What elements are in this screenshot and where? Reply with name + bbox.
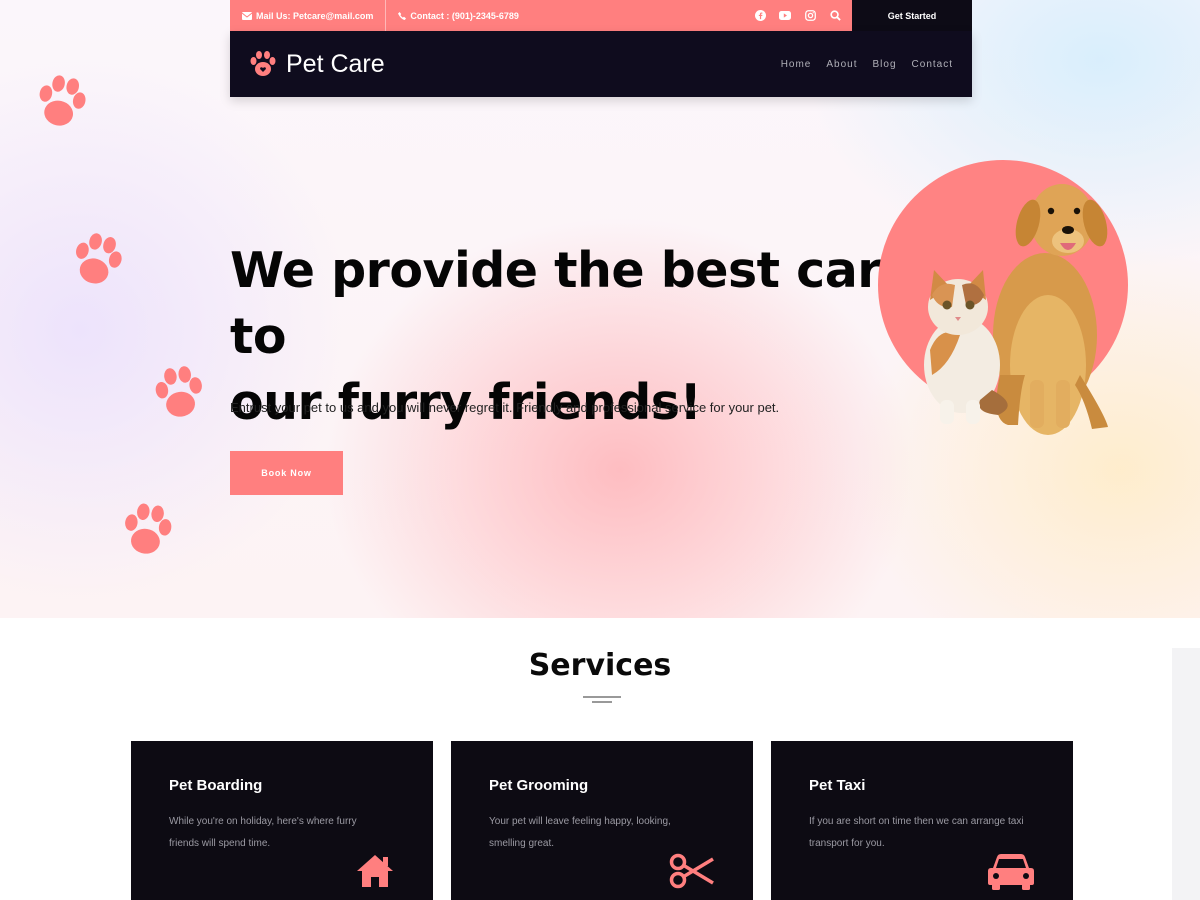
cat-and-dog-image	[924, 184, 1108, 435]
service-card-boarding[interactable]: Pet Boarding While you're on holiday, he…	[131, 741, 433, 900]
service-card-desc: If you are short on time then we can arr…	[809, 816, 1024, 849]
instagram-icon[interactable]	[803, 9, 817, 23]
paw-print-icon	[125, 503, 172, 554]
paw-print-icon	[76, 233, 122, 284]
search-icon[interactable]	[828, 9, 842, 23]
phone-info[interactable]: Contact : (901)-2345-6789	[386, 0, 531, 31]
title-divider	[583, 696, 621, 698]
youtube-icon[interactable]	[778, 9, 792, 23]
service-card-desc: While you're on holiday, here's where fu…	[169, 816, 357, 849]
house-icon	[357, 855, 393, 887]
nav-item-blog[interactable]: Blog	[873, 59, 897, 70]
scissors-icon	[669, 853, 714, 889]
mail-text: Mail Us: Petcare@mail.com	[256, 10, 374, 21]
nav-menu: Home About Blog Contact	[781, 59, 953, 70]
hero-subtext: Entrust your pet to us and you will neve…	[230, 400, 780, 415]
page-edge	[1172, 648, 1200, 900]
nav-item-about[interactable]: About	[826, 59, 857, 70]
top-info-bar: Mail Us: Petcare@mail.com Contact : (901…	[230, 0, 852, 31]
phone-text: Contact : (901)-2345-6789	[410, 10, 519, 21]
service-card-desc: Your pet will leave feeling happy, looki…	[489, 816, 671, 849]
book-now-button[interactable]: Book Now	[230, 451, 343, 495]
top-bar: Mail Us: Petcare@mail.com Contact : (901…	[230, 0, 972, 31]
logo-text: Pet Care	[286, 49, 385, 78]
logo[interactable]: Pet Care	[248, 49, 385, 79]
get-started-button[interactable]: Get Started	[852, 0, 972, 31]
paw-print-icon	[39, 75, 86, 126]
mail-info[interactable]: Mail Us: Petcare@mail.com	[230, 0, 387, 31]
main-navbar: Pet Care Home About Blog Contact	[230, 31, 972, 97]
phone-icon	[398, 11, 407, 20]
paw-logo-icon	[250, 51, 276, 76]
car-icon	[988, 854, 1034, 890]
service-card-grooming[interactable]: Pet Grooming Your pet will leave feeling…	[451, 741, 753, 900]
title-divider	[592, 701, 612, 703]
nav-item-contact[interactable]: Contact	[912, 59, 953, 70]
service-card-title: Pet Grooming	[489, 777, 589, 794]
services-title: Services	[528, 648, 672, 683]
hero-headline-line1: We provide the best care to	[230, 242, 914, 365]
social-links	[753, 0, 842, 31]
envelope-icon	[242, 11, 252, 20]
hero-section: Mail Us: Petcare@mail.com Contact : (901…	[0, 0, 1200, 618]
nav-item-home[interactable]: Home	[781, 59, 812, 70]
service-card-title: Pet Taxi	[809, 777, 866, 794]
service-card-taxi[interactable]: Pet Taxi If you are short on time then w…	[771, 741, 1073, 900]
facebook-icon[interactable]	[753, 9, 767, 23]
paw-print-icon	[155, 366, 202, 417]
service-card-title: Pet Boarding	[169, 777, 263, 794]
